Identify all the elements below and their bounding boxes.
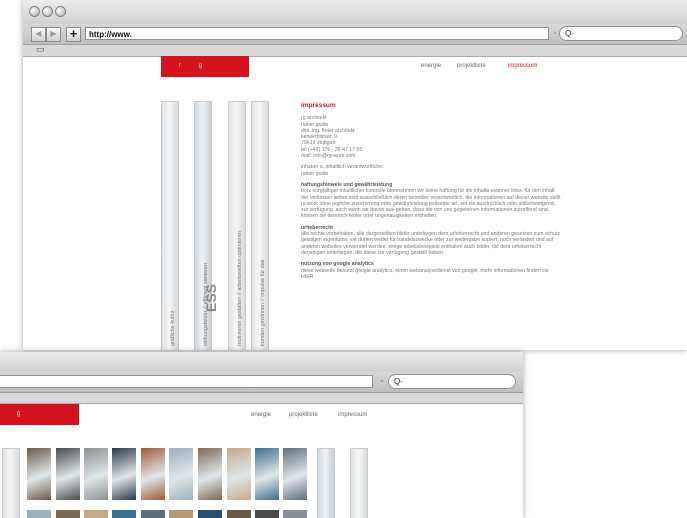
bookmarks-icon[interactable]: ▭ (36, 44, 45, 55)
copyright-text: alle rechte vorbehalten. alle dargestell… (301, 231, 560, 256)
project-photo[interactable] (283, 510, 307, 518)
strip-3-text: motivieren gestalten // arbeitswelten op… (237, 231, 243, 346)
address-line-7[interactable]: mail: info@rg-work.com (301, 153, 356, 159)
project-photo[interactable] (84, 510, 108, 518)
back-browser-window: ◀ ▶ + http://www. ⁃ Q- ▭ r g energie pro… (23, 0, 687, 350)
project-photo[interactable] (112, 448, 136, 500)
project-photo[interactable] (112, 510, 136, 518)
front-strip-right-1[interactable] (317, 448, 335, 518)
logo-text: r g (179, 63, 211, 69)
responsible-name: rainer guide (301, 170, 329, 177)
site-logo[interactable]: r g (161, 56, 249, 77)
project-photo[interactable] (198, 448, 222, 500)
rss-icon[interactable]: ⁃ (553, 29, 557, 38)
search-field[interactable]: Q- (559, 26, 683, 41)
back-title-bar (23, 0, 687, 24)
front-nav-impressum[interactable]: impressum (338, 412, 367, 418)
minimize-window-button[interactable] (42, 6, 53, 17)
impressum-title: impressum (301, 102, 336, 109)
responsible-block: inhaber u. inhaltlich verantwortliche: r… (301, 164, 561, 177)
front-strip-right-2[interactable] (350, 448, 368, 518)
copyright-heading: urheberrecht (301, 224, 333, 231)
project-photo[interactable] (56, 448, 80, 500)
front-rss-icon[interactable]: ⁃ (380, 377, 384, 386)
address-line-2: rainer guide (301, 121, 329, 128)
address-block: rg architekt rainer guide dipl. ing. fre… (301, 115, 561, 159)
copyright-block: urheberrecht alle rechte vorbehalten. al… (301, 225, 561, 256)
front-search-field[interactable]: Q- (388, 374, 516, 389)
address-line-5: 79619 stuttgart (301, 140, 336, 147)
back-nav-button[interactable]: ◀ (31, 27, 46, 42)
nav-energie[interactable]: energie (421, 63, 441, 69)
address-line-3: dipl. ing. freier architekt (301, 127, 355, 134)
project-photo[interactable] (169, 510, 193, 518)
front-strip-left[interactable] (2, 448, 20, 518)
zoom-window-button[interactable] (55, 6, 66, 17)
close-window-button[interactable] (29, 6, 40, 17)
front-toolbar: ⁃ Q- (0, 372, 523, 393)
project-photo[interactable] (227, 510, 251, 518)
project-strip-1[interactable]: gräfliche kultur (161, 101, 179, 350)
project-photo[interactable] (198, 510, 222, 518)
bookmarks-bar: ▭ (23, 44, 687, 57)
nav-impressum[interactable]: impressum (508, 63, 537, 69)
project-photo[interactable] (227, 448, 251, 500)
address-bar[interactable]: http://www. (85, 27, 549, 40)
front-nav-projektliste[interactable]: projektliste (289, 412, 318, 418)
project-strip-4[interactable]: kunden gewinnen // impulse für das (251, 101, 269, 350)
analytics-heading: nutzung von google analytics (301, 261, 374, 268)
project-photo[interactable] (141, 510, 165, 518)
project-strip-3[interactable]: motivieren gestalten // arbeitswelten op… (228, 101, 246, 350)
project-photo[interactable] (27, 448, 51, 500)
front-nav-energie[interactable]: energie (251, 412, 271, 418)
front-bookmarks-bar (0, 393, 523, 404)
impressum-content: impressum rg architekt rainer guide dipl… (301, 102, 561, 285)
project-photo[interactable] (141, 448, 165, 500)
strip-1-text: gräfliche kultur (170, 310, 176, 346)
address-line-1: rg architekt (301, 115, 327, 122)
project-photo[interactable] (27, 510, 51, 518)
analytics-block: nutzung von google analytics diese webse… (301, 261, 561, 280)
address-line-4: kerwerblicker. 9 (301, 134, 338, 141)
back-toolbar: ◀ ▶ + http://www. ⁃ Q- (23, 24, 687, 45)
front-logo-text: g (17, 411, 21, 417)
add-bookmark-button[interactable]: + (66, 27, 81, 42)
front-site-logo[interactable]: g (0, 404, 79, 425)
forward-nav-button[interactable]: ▶ (46, 27, 61, 42)
front-address-bar[interactable] (0, 375, 373, 388)
project-strip-2[interactable]: wirkungsfelder // efficient sanieren (194, 101, 212, 350)
project-photo[interactable] (255, 510, 279, 518)
front-browser-window: ⁃ Q- g energie projektliste impressum (0, 352, 523, 518)
project-photo[interactable] (283, 448, 307, 500)
nav-projektliste[interactable]: projektliste (457, 63, 486, 69)
liability-block: haftungshinweis und gewährleistung trotz… (301, 182, 561, 220)
strip-big-text: ESS (203, 283, 219, 312)
analytics-text: diese webseite benutzt google analytics,… (301, 267, 549, 280)
project-photo[interactable] (255, 448, 279, 500)
strip-4-text: kunden gewinnen // impulse für das (260, 259, 266, 346)
liability-heading: haftungshinweis und gewährleistung (301, 181, 393, 188)
responsible-label: inhaber u. inhaltlich verantwortliche: (301, 164, 384, 171)
front-title-bar (0, 352, 523, 372)
address-line-6: tel (+49) 176 - 26 47 17 55 (301, 146, 363, 153)
liability-text: trotz sorgfältiger inhaltlicher kontroll… (301, 188, 561, 220)
project-photo[interactable] (84, 448, 108, 500)
project-photo[interactable] (56, 510, 80, 518)
project-photo[interactable] (169, 448, 193, 500)
